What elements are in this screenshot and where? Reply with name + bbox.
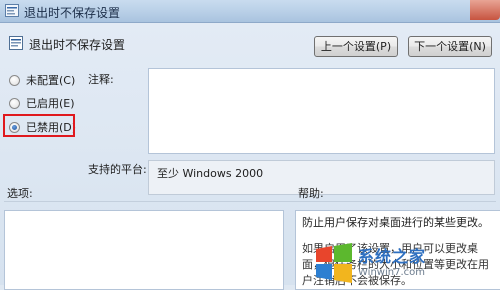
policy-setting-icon [9, 36, 23, 50]
help-text-paragraph: 如果启用了该设置，用户可以更改桌面，但任务栏的大小和位置等更改在用户注销后不会被… [302, 242, 489, 287]
setting-title: 退出时不保存设置 [29, 38, 126, 52]
close-window-button[interactable] [470, 0, 500, 20]
highlight-annotation [3, 114, 75, 137]
radio-label: 未配置(C) [26, 74, 76, 87]
radio-label: 已启用(E) [26, 97, 75, 110]
platform-label: 支持的平台: [88, 163, 147, 176]
help-panel[interactable]: 防止用户保存对桌面进行的某些更改。 如果启用了该设置，用户可以更改桌面，但任务栏… [295, 210, 500, 290]
section-divider [4, 201, 496, 202]
help-label: 帮助: [298, 187, 324, 200]
options-panel[interactable] [4, 210, 284, 290]
help-text-line: 防止用户保存对桌面进行的某些更改。 [302, 216, 489, 229]
radio-not-configured[interactable]: 未配置(C) [9, 71, 75, 89]
radio-enabled[interactable]: 已启用(E) [9, 94, 75, 112]
comment-label: 注释: [88, 73, 114, 86]
radio-button[interactable] [9, 74, 20, 86]
radio-button[interactable] [9, 97, 20, 109]
options-label: 选项: [7, 187, 33, 200]
window-titlebar[interactable]: 退出时不保存设置 [0, 0, 500, 23]
policy-window-icon [5, 4, 19, 17]
previous-setting-button[interactable]: 上一个设置(P) [314, 36, 398, 57]
comment-textarea[interactable] [148, 68, 495, 154]
window-title: 退出时不保存设置 [24, 6, 121, 20]
next-setting-button[interactable]: 下一个设置(N) [408, 36, 492, 57]
dialog-body: 退出时不保存设置 上一个设置(P) 下一个设置(N) 未配置(C) 已启用(E)… [0, 23, 500, 290]
